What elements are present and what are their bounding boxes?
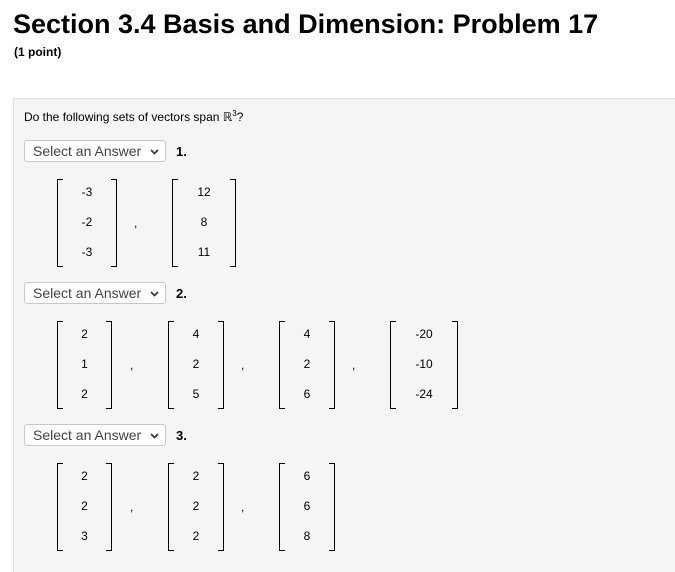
vector-separator: , [241,500,245,514]
part-1-number: 1. [176,144,187,159]
chevron-down-icon [150,433,159,439]
vector-separator: , [134,216,138,230]
vector-separator: , [130,500,134,514]
vector-3-1: 2 2 3 [57,463,112,551]
vector-entry: 8 [200,215,208,229]
vector-entry: 2 [81,469,88,483]
vector-separator: , [352,358,356,372]
points-label: (1 point) [14,45,62,59]
question-text: Do the following sets of vectors span ℝ3… [24,109,243,124]
vector-entry: 6 [303,387,311,401]
problem-panel: Do the following sets of vectors span ℝ 3… [13,98,675,572]
vector-entry: 2 [192,357,200,371]
vector-entry: -3 [81,245,93,259]
vector-entry: 8 [303,529,311,543]
vector-entry: -2 [81,215,93,229]
vector-entry: -10 [415,357,433,371]
vector-entry: 12 [197,185,211,199]
vector-entry: -24 [415,387,433,401]
vector-entry: 2 [192,499,200,513]
vector-3-3: 6 6 8 [279,463,335,551]
page-title: Section 3.4 Basis and Dimension: Problem… [13,9,599,39]
answer-select-2-value: Select an Answer [33,285,142,301]
question-prefix: Do the following sets of vectors span ℝ [24,110,233,124]
vector-2-4: -20 -10 -24 [390,321,458,409]
vector-entry: 4 [303,327,311,341]
chevron-down-icon [150,149,159,155]
vector-1-2: 12 8 11 [172,179,236,267]
question-suffix: ? [236,110,244,124]
vector-entry: 5 [192,387,200,401]
vector-entry: 1 [81,357,88,371]
vector-entry: 6 [303,469,311,483]
vector-entry: 3 [81,529,88,543]
vector-entry: 2 [303,357,311,371]
answer-select-3-value: Select an Answer [33,427,142,443]
vector-entry: 4 [192,327,200,341]
vector-entry: 2 [81,499,88,513]
vector-entry: -3 [81,185,93,199]
vector-entry: 6 [303,499,311,513]
vector-separator: , [241,358,245,372]
answer-select-1-value: Select an Answer [33,143,142,159]
vector-entry: -20 [415,327,433,341]
vector-separator: , [130,358,134,372]
vector-entry: 11 [197,245,211,259]
answer-select-1[interactable]: Select an Answer [24,140,166,162]
vector-2-1: 2 1 2 [57,321,112,409]
vector-1-1: -3 -2 -3 [57,179,117,267]
vector-3-2: 2 2 2 [168,463,224,551]
vector-entry: 2 [81,327,88,341]
vector-entry: 2 [81,387,88,401]
vector-entry: 2 [192,529,200,543]
part-3-number: 3. [176,428,187,443]
vector-entry: 2 [192,469,200,483]
vector-2-3: 4 2 6 [279,321,335,409]
answer-select-3[interactable]: Select an Answer [24,424,166,446]
chevron-down-icon [150,291,159,297]
part-2-number: 2. [176,286,187,301]
answer-select-2[interactable]: Select an Answer [24,282,166,304]
vector-2-2: 4 2 5 [168,321,224,409]
